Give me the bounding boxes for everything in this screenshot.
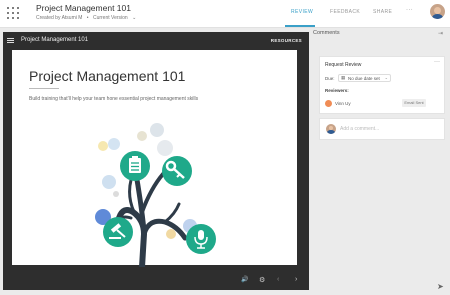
tab-feedback[interactable]: FEEDBACK bbox=[330, 9, 360, 15]
resources-button[interactable]: RESOURCES bbox=[271, 38, 302, 43]
settings-gear-icon[interactable]: ⚙ bbox=[259, 276, 265, 284]
collapse-panel-icon[interactable]: ⇥ bbox=[438, 30, 443, 37]
tab-review[interactable]: REVIEW bbox=[291, 9, 313, 15]
previous-slide-button[interactable]: ‹ bbox=[277, 276, 279, 283]
add-comment-card bbox=[319, 118, 445, 140]
reviewers-label: Reviewers: bbox=[325, 88, 349, 93]
due-label: Due: bbox=[325, 76, 335, 81]
user-avatar[interactable] bbox=[430, 4, 445, 19]
app-grid-icon[interactable] bbox=[7, 7, 20, 20]
version-label: Current Version bbox=[92, 15, 128, 21]
commenter-avatar bbox=[326, 124, 336, 134]
active-tab-indicator bbox=[285, 25, 315, 27]
version-dropdown[interactable]: Current Version ⌄ bbox=[93, 15, 139, 21]
review-more-options-button[interactable]: ··· bbox=[434, 59, 440, 65]
created-by: Created by Atsumi M bbox=[36, 15, 83, 21]
comment-input[interactable] bbox=[340, 122, 440, 136]
request-review-card: Request Review ··· Due: ▦ No due date se… bbox=[319, 56, 445, 114]
slide-description: Build training that'll help your team ho… bbox=[29, 96, 199, 102]
project-subtitle: Created by Atsumi M • Current Version ⌄ bbox=[36, 15, 142, 21]
project-title: Project Management 101 bbox=[36, 3, 131, 13]
top-bar: Project Management 101 Created by Atsumi… bbox=[0, 0, 450, 28]
request-review-title: Request Review bbox=[325, 62, 362, 68]
title-divider bbox=[29, 88, 59, 89]
more-options-button[interactable]: ··· bbox=[406, 7, 413, 13]
due-date-dropdown[interactable]: ▦ No due date set ⌄ bbox=[338, 74, 391, 82]
microphone-icon bbox=[186, 224, 216, 254]
calendar-icon: ▦ bbox=[341, 75, 346, 80]
hamburger-menu-icon[interactable] bbox=[7, 38, 14, 43]
tab-share[interactable]: SHARE bbox=[373, 9, 392, 15]
slide-title: Project Management 101 bbox=[29, 68, 186, 84]
clipboard-icon bbox=[120, 151, 150, 181]
reviewer-avatar bbox=[325, 100, 332, 107]
course-player: Project Management 101 RESOURCES Project… bbox=[3, 32, 309, 290]
gavel-icon bbox=[103, 217, 133, 247]
due-date-value: No due date set bbox=[348, 76, 380, 81]
slide: Project Management 101 Build training th… bbox=[12, 50, 297, 267]
email-sent-badge: Email Sent bbox=[402, 99, 426, 107]
separator-dot: • bbox=[86, 15, 89, 21]
reviewer-name: Vinn Uy bbox=[335, 101, 351, 106]
chevron-down-icon: ⌄ bbox=[132, 15, 137, 21]
player-title: Project Management 101 bbox=[21, 37, 89, 43]
volume-icon[interactable]: 🔊 bbox=[241, 276, 248, 283]
player-header: Project Management 101 RESOURCES bbox=[3, 32, 309, 49]
key-icon bbox=[162, 156, 192, 186]
chevron-down-icon: ⌄ bbox=[384, 75, 388, 80]
next-slide-button[interactable]: › bbox=[295, 276, 297, 283]
skills-tree-illustration bbox=[95, 123, 216, 267]
comments-header: Comments bbox=[313, 30, 340, 36]
mouse-cursor-icon: ➤ bbox=[437, 282, 444, 291]
